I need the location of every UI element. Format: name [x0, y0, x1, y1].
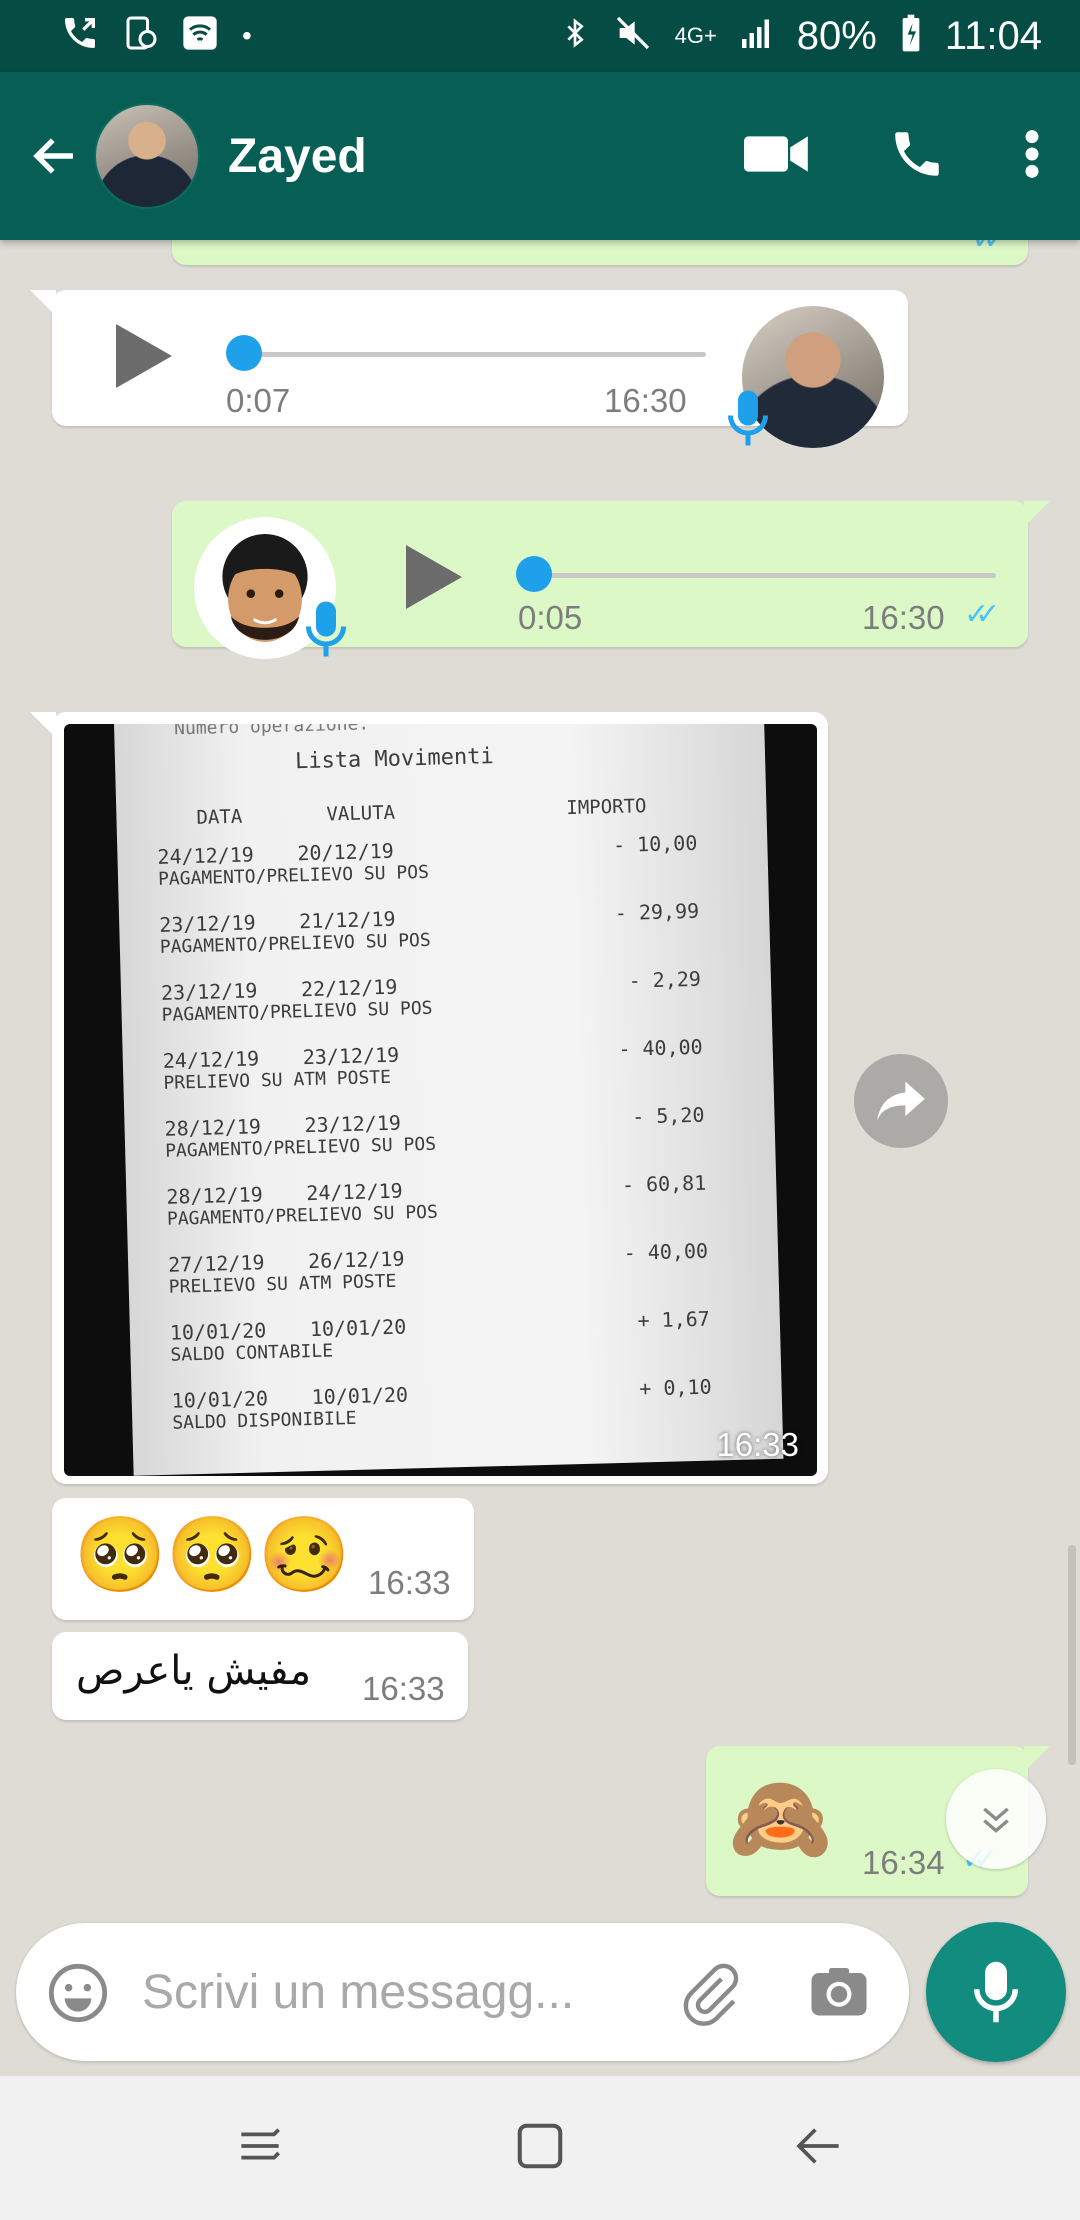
receipt-row: 24/12/19 23/12/19 - 40,00 PRELIEVO SU ATM…	[162, 1034, 703, 1094]
receipt-title: Lista Movimenti	[294, 744, 494, 775]
status-bar: • 4G+ 80% 11:04	[0, 0, 1080, 72]
recents-button[interactable]	[232, 2118, 288, 2179]
chevron-down-icon	[983, 1807, 1009, 1833]
video-call-button[interactable]	[744, 131, 810, 182]
system-nav-bar	[0, 2076, 1080, 2220]
more-vert-icon	[1025, 129, 1039, 178]
emoji-button[interactable]	[46, 1961, 110, 2030]
receipt-row: 23/12/19 22/12/19 - 2,29 PAGAMENTO/PRELIE…	[160, 966, 702, 1026]
receipt-paper: Numero operazione: Lista Movimenti DATA …	[114, 724, 784, 1476]
emoji-content: 🙈	[728, 1771, 833, 1865]
receipt-row: 24/12/19 20/12/19 - 10,00 PAGAMENTO/PRELI…	[157, 830, 698, 890]
receipt-header-importo: IMPORTO	[566, 795, 647, 820]
text-message-incoming: مفيش ياعرص 16:33	[52, 1632, 468, 1720]
receipt-row: 27/12/19 26/12/19 - 40,00 PRELIEVO SU ATM…	[167, 1238, 709, 1298]
voice-duration: 0:05	[518, 599, 583, 636]
receipt-header-valuta: VALUTA	[326, 801, 396, 826]
message-time: 16:33	[716, 1426, 799, 1463]
video-call-icon	[744, 135, 808, 172]
contact-name[interactable]: Zayed	[228, 129, 744, 184]
back-arrow-icon	[33, 138, 73, 174]
back-button[interactable]	[20, 129, 90, 183]
receipt-row: 10/01/20 10/01/20 + 1,67 SALDO CONTABILE	[169, 1306, 711, 1366]
voice-message-outgoing: 0:05 16:30 ✓✓	[172, 501, 1050, 659]
play-icon[interactable]	[116, 324, 172, 388]
bluetooth-icon	[559, 13, 591, 59]
voice-duration: 0:07	[226, 382, 291, 419]
chat-area[interactable]: ✓✓ 0:07 16:30 0:05	[0, 220, 1080, 1918]
message-time: 16:30	[862, 599, 945, 636]
voice-progress-knob[interactable]	[226, 335, 262, 371]
mic-icon	[306, 599, 346, 664]
missed-call-icon	[60, 13, 100, 59]
receipt-row: 10/01/20 10/01/20 + 0,10 SALDO DISPONIBIL…	[171, 1374, 712, 1434]
voice-progress-track[interactable]	[242, 352, 706, 357]
home-icon	[517, 2123, 563, 2168]
back-nav-button[interactable]	[792, 2118, 848, 2179]
clock: 11:04	[944, 13, 1042, 58]
voice-record-button[interactable]	[926, 1922, 1066, 2062]
wifi-icon	[180, 13, 220, 59]
emoji-message-incoming: 🥺🥺🥴 16:33	[52, 1498, 474, 1620]
more-options-button[interactable]	[1024, 128, 1040, 185]
signal-icon	[739, 14, 775, 58]
camera-icon	[811, 1968, 867, 2016]
mic-icon	[974, 1961, 1018, 2023]
network-type: 4G+	[674, 23, 717, 48]
recents-icon	[241, 2127, 281, 2160]
voice-message-incoming: 0:07 16:30	[30, 290, 908, 448]
home-button[interactable]	[513, 2119, 567, 2178]
receipt-row: 28/12/19 24/12/19 - 60,81 PAGAMENTO/PRELI…	[166, 1170, 707, 1230]
voice-progress-track[interactable]	[534, 573, 996, 578]
receipt-top-fragment: Numero operazione:	[173, 724, 370, 740]
message-time: 16:33	[362, 1670, 445, 1707]
camera-button[interactable]	[808, 1963, 870, 2028]
attach-button[interactable]	[676, 1961, 742, 2032]
receipt-row: 23/12/19 21/12/19 - 29,99 PAGAMENTO/PRELI…	[158, 898, 700, 958]
forward-button[interactable]	[854, 1054, 948, 1148]
mute-icon	[613, 13, 653, 59]
voice-call-button[interactable]	[888, 125, 946, 188]
message-time: 16:30	[604, 382, 687, 419]
receipt-header-date: DATA	[196, 805, 243, 829]
read-ticks-icon: ✓✓	[964, 598, 1000, 631]
battery-percent: 80%	[796, 13, 877, 58]
scroll-to-bottom-button[interactable]	[946, 1769, 1046, 1869]
emoji-content: 🥺🥺🥴	[74, 1513, 351, 1596]
emoji-icon	[48, 1963, 108, 2023]
receipt-row: 28/12/19 23/12/19 - 5,20 PAGAMENTO/PRELIE…	[164, 1102, 705, 1162]
receipt-photo[interactable]: Numero operazione: Lista Movimenti DATA …	[64, 724, 817, 1476]
back-nav-icon	[796, 2127, 839, 2164]
dot-icon: •	[242, 20, 252, 51]
message-text: مفيش ياعرص	[76, 1648, 312, 1694]
play-icon[interactable]	[406, 545, 462, 609]
mic-icon	[728, 388, 768, 453]
message-input[interactable]	[142, 1959, 662, 2025]
scrollbar[interactable]	[1068, 1545, 1076, 1765]
message-time: 16:33	[368, 1564, 451, 1601]
screenshot-icon	[122, 13, 158, 59]
forward-icon	[877, 1081, 925, 1121]
message-time: 16:34	[862, 1844, 945, 1881]
contact-avatar[interactable]	[94, 103, 200, 209]
voice-progress-knob[interactable]	[516, 556, 552, 592]
phone-icon	[895, 131, 939, 176]
chat-header: Zayed	[0, 72, 1080, 240]
message-composer	[16, 1923, 909, 2061]
battery-icon	[899, 13, 923, 59]
attach-icon	[683, 1963, 739, 2026]
